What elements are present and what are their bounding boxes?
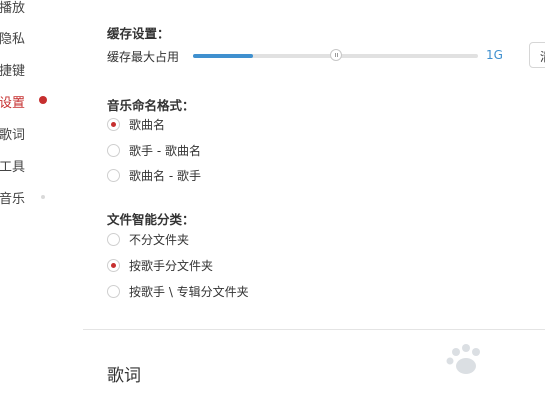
cache-section-title: 缓存设置： xyxy=(107,26,170,41)
settings-content: 缓存设置： 缓存最大占用 1G 清 音乐命名格式： 歌曲名 歌手 - 歌曲名 歌… xyxy=(83,0,545,401)
slider-fill xyxy=(193,54,253,58)
classify-option-artist[interactable]: 按歌手分文件夹 xyxy=(107,256,213,274)
classify-section-title: 文件智能分类： xyxy=(107,212,195,227)
radio-label: 按歌手分文件夹 xyxy=(129,258,214,273)
sidebar-item-privacy[interactable]: 隐私 xyxy=(0,28,25,47)
watermark-logo xyxy=(446,344,480,374)
section-divider xyxy=(83,329,545,330)
radio-label: 歌手 - 歌曲名 xyxy=(129,143,201,158)
scroll-indicator-dot xyxy=(41,195,45,199)
classify-option-artist-album[interactable]: 按歌手 \ 专辑分文件夹 xyxy=(107,282,249,300)
naming-section-title: 音乐命名格式： xyxy=(107,98,195,113)
cache-max-value: 1G xyxy=(486,48,503,62)
sidebar-item-lyrics[interactable]: 歌词 xyxy=(0,124,25,143)
radio-button[interactable] xyxy=(107,258,120,272)
sidebar-item-music[interactable]: 音乐 xyxy=(0,188,25,207)
radio-button[interactable] xyxy=(107,168,120,182)
radio-label: 歌曲名 xyxy=(129,117,166,132)
radio-label: 歌曲名 - 歌手 xyxy=(129,168,201,183)
lyrics-section-heading: 歌词 xyxy=(107,366,141,386)
sidebar-item-tools[interactable]: 工具 xyxy=(0,156,25,175)
radio-button[interactable] xyxy=(107,143,120,157)
radio-button[interactable] xyxy=(107,232,120,246)
slider-thumb[interactable] xyxy=(330,49,342,61)
radio-button[interactable] xyxy=(107,117,120,131)
radio-button[interactable] xyxy=(107,284,120,298)
naming-option-song-artist[interactable]: 歌曲名 - 歌手 xyxy=(107,166,201,184)
sidebar-item-shortcuts[interactable]: 捷键 xyxy=(0,60,25,79)
sidebar-item-settings[interactable]: 设置 xyxy=(0,92,25,111)
clear-cache-button[interactable]: 清 xyxy=(529,42,545,68)
cache-max-label: 缓存最大占用 xyxy=(107,50,180,64)
classify-option-none[interactable]: 不分文件夹 xyxy=(107,230,189,248)
active-indicator-dot xyxy=(39,96,47,104)
naming-option-song[interactable]: 歌曲名 xyxy=(107,115,165,133)
sidebar-item-play[interactable]: 播放 xyxy=(0,0,25,16)
radio-label: 不分文件夹 xyxy=(129,232,190,247)
settings-sidebar: 播放 隐私 捷键 设置 歌词 工具 音乐 xyxy=(0,0,55,401)
radio-label: 按歌手 \ 专辑分文件夹 xyxy=(129,284,249,299)
naming-option-artist-song[interactable]: 歌手 - 歌曲名 xyxy=(107,141,201,159)
